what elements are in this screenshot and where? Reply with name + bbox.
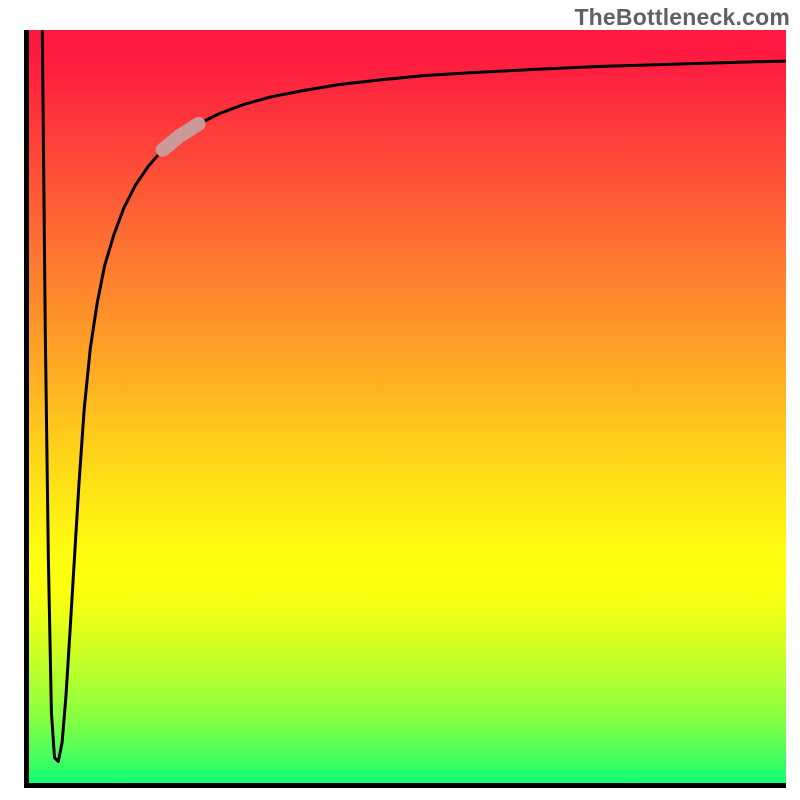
watermark-text: TheBottleneck.com xyxy=(574,4,790,31)
chart-container: TheBottleneck.com xyxy=(0,0,800,800)
plot-area xyxy=(24,30,786,788)
bottleneck-curve xyxy=(42,30,786,762)
curve-layer xyxy=(24,30,786,788)
curve-highlight-segment xyxy=(163,124,199,150)
